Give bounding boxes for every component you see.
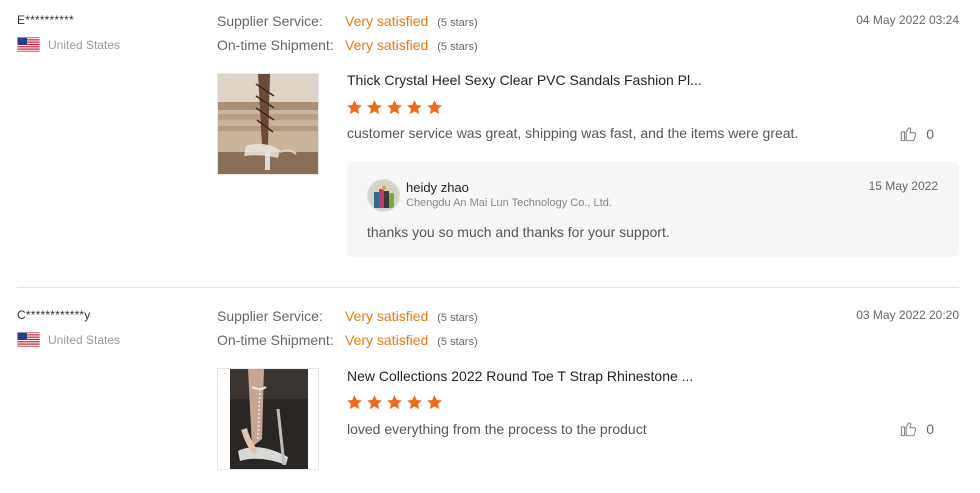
us-flag-icon [17,332,40,347]
buyer-name: C************y [17,308,91,322]
rating-stars-text: (5 stars) [437,336,478,348]
star-rating [346,394,443,411]
star-icon [366,99,383,116]
like-count: 0 [926,125,934,142]
like-button[interactable]: 0 [899,419,934,438]
supplier-service-rating: Supplier Service: Very satisfied (5 star… [217,13,478,29]
rating-label: Supplier Service: [217,308,323,324]
seller-reply: heidy zhao Chengdu An Mai Lun Technology… [347,162,959,257]
product-image [218,369,318,469]
country-label: United States [48,332,121,347]
buyer-name: E********** [17,13,74,27]
rating-stars-text: (5 stars) [437,41,478,53]
review-date: 04 May 2022 03:24 [856,13,959,27]
review-comment: customer service was great, shipping was… [347,125,799,141]
us-flag-icon [17,37,40,52]
on-time-shipment-rating: On-time Shipment: Very satisfied (5 star… [217,332,478,348]
reply-company: Chengdu An Mai Lun Technology Co., Ltd. [406,197,612,209]
star-icon [406,394,423,411]
product-thumbnail[interactable] [217,368,319,470]
thumbs-up-icon [899,124,918,143]
star-icon [426,99,443,116]
star-icon [386,394,403,411]
reply-text: thanks you so much and thanks for your s… [367,224,670,240]
buyer-country: United States [17,332,120,347]
star-icon [386,99,403,116]
rating-label: On-time Shipment: [217,332,334,348]
star-icon [406,99,423,116]
rating-value: Very satisfied [345,37,429,53]
review-date: 03 May 2022 20:20 [856,308,959,322]
star-icon [346,394,363,411]
star-icon [426,394,443,411]
rating-value: Very satisfied [345,332,429,348]
supplier-service-rating: Supplier Service: Very satisfied (5 star… [217,308,478,324]
on-time-shipment-rating: On-time Shipment: Very satisfied (5 star… [217,37,478,53]
like-count: 0 [926,420,934,437]
star-rating [346,99,443,116]
country-label: United States [48,37,121,52]
thumbs-up-icon [899,419,918,438]
rating-stars-text: (5 stars) [437,312,478,324]
review-card: C************y United States Supplier Se… [0,288,980,493]
star-icon [346,99,363,116]
avatar [367,179,400,212]
rating-value: Very satisfied [345,13,429,29]
product-image [218,74,318,174]
product-title-link[interactable]: New Collections 2022 Round Toe T Strap R… [347,368,693,384]
product-title-link[interactable]: Thick Crystal Heel Sexy Clear PVC Sandal… [347,72,702,88]
rating-label: On-time Shipment: [217,37,334,53]
rating-label: Supplier Service: [217,13,323,29]
reply-date: 15 May 2022 [868,179,938,193]
like-button[interactable]: 0 [899,124,934,143]
reply-author-name: heidy zhao [406,180,469,195]
product-thumbnail[interactable] [217,73,319,175]
review-card: E********** United States Supplier Servi… [0,0,980,288]
star-icon [366,394,383,411]
buyer-country: United States [17,37,120,52]
rating-value: Very satisfied [345,308,429,324]
rating-stars-text: (5 stars) [437,17,478,29]
review-comment: loved everything from the process to the… [347,421,647,437]
